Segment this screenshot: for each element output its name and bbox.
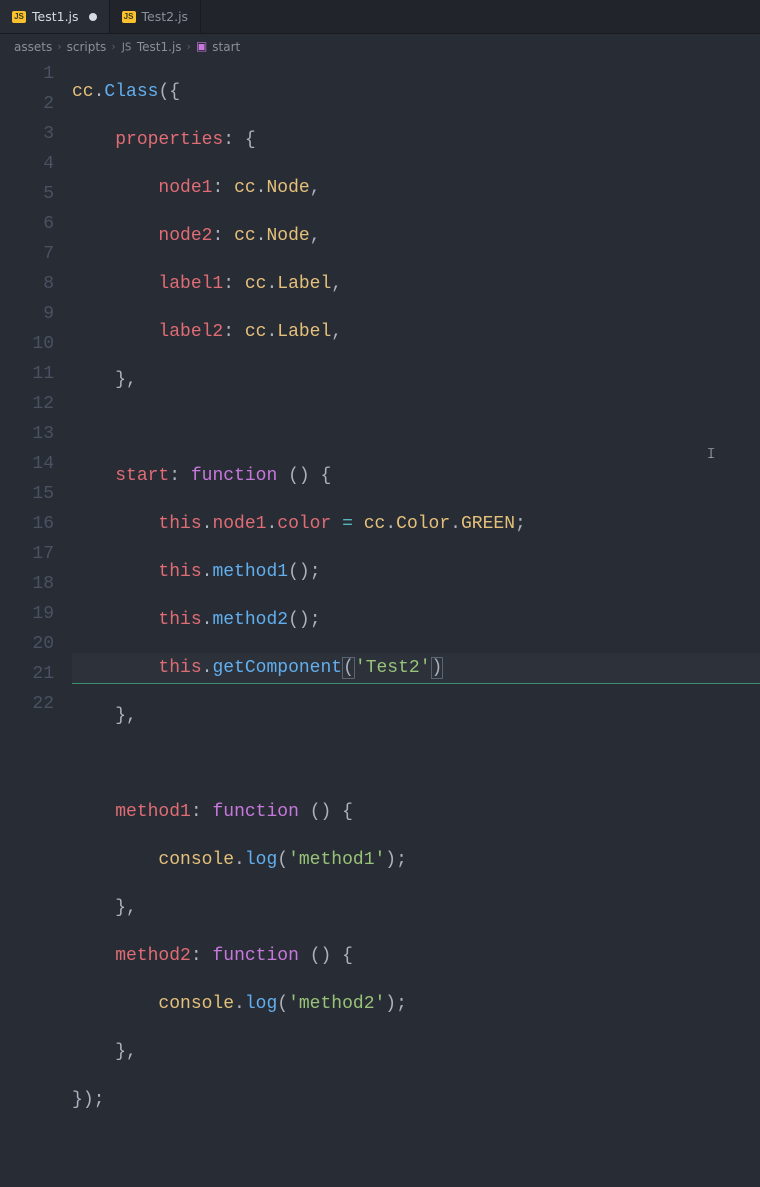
line-number: 7: [0, 239, 54, 269]
line-number: 15: [0, 479, 54, 509]
code-line[interactable]: console.log('method2');: [72, 989, 760, 1019]
code-line[interactable]: [72, 749, 760, 779]
code-line[interactable]: console.log('method1');: [72, 845, 760, 875]
line-number: 5: [0, 179, 54, 209]
code-line[interactable]: },: [72, 701, 760, 731]
line-number: 20: [0, 629, 54, 659]
line-number: 17: [0, 539, 54, 569]
code-line[interactable]: method2: function () {: [72, 941, 760, 971]
line-number-gutter: 1 2 3 4 5 6 7 8 9 10 11 12 13 14 15 16 1…: [0, 59, 72, 711]
line-number: 22: [0, 689, 54, 719]
line-number: 11: [0, 359, 54, 389]
line-number: 6: [0, 209, 54, 239]
code-line[interactable]: label2: cc.Label,: [72, 317, 760, 347]
code-line[interactable]: [72, 413, 760, 443]
breadcrumb-segment[interactable]: scripts: [67, 40, 107, 54]
line-number: 3: [0, 119, 54, 149]
code-line[interactable]: this.getComponent('Test2'): [72, 653, 760, 683]
code-line[interactable]: node1: cc.Node,: [72, 173, 760, 203]
js-icon: JS: [12, 11, 26, 23]
code-line[interactable]: },: [72, 893, 760, 923]
line-number: 19: [0, 599, 54, 629]
code-line[interactable]: },: [72, 365, 760, 395]
breadcrumb-segment[interactable]: Test1.js: [137, 40, 182, 54]
chevron-right-icon: ›: [187, 40, 191, 53]
line-number: 16: [0, 509, 54, 539]
line-number: 1: [0, 59, 54, 89]
dirty-indicator-icon: [89, 13, 97, 21]
symbol-method-icon: ▣: [196, 39, 207, 53]
line-number: 13: [0, 419, 54, 449]
tab-bar: JS Test1.js JS Test2.js: [0, 0, 760, 34]
line-number: 8: [0, 269, 54, 299]
breadcrumb-segment[interactable]: assets: [14, 40, 52, 54]
code-line[interactable]: this.node1.color = cc.Color.GREEN;: [72, 509, 760, 539]
code-line[interactable]: properties: {: [72, 125, 760, 155]
breadcrumb-segment[interactable]: start: [212, 40, 240, 54]
tab-label: Test1.js: [32, 9, 79, 24]
text-cursor-icon: 𝙸: [706, 447, 716, 463]
line-number: 4: [0, 149, 54, 179]
code-line[interactable]: },: [72, 1037, 760, 1067]
code-line[interactable]: node2: cc.Node,: [72, 221, 760, 251]
line-number: 12: [0, 389, 54, 419]
line-number: 2: [0, 89, 54, 119]
code-line[interactable]: start: function () {: [72, 461, 760, 491]
line-number: 14: [0, 449, 54, 479]
js-icon: JS: [122, 11, 136, 23]
js-icon: JS: [122, 41, 131, 53]
code-area[interactable]: cc.Class({ properties: { node1: cc.Node,…: [72, 59, 760, 711]
line-number: 21: [0, 659, 54, 689]
code-line[interactable]: method1: function () {: [72, 797, 760, 827]
tab-test2[interactable]: JS Test2.js: [110, 0, 202, 33]
code-line[interactable]: this.method1();: [72, 557, 760, 587]
tab-test1[interactable]: JS Test1.js: [0, 0, 110, 33]
chevron-right-icon: ›: [57, 40, 61, 53]
code-editor[interactable]: 1 2 3 4 5 6 7 8 9 10 11 12 13 14 15 16 1…: [0, 59, 760, 711]
breadcrumb: assets › scripts › JS Test1.js › ▣ start: [0, 34, 760, 59]
tab-label: Test2.js: [142, 9, 189, 24]
chevron-right-icon: ›: [111, 40, 115, 53]
code-line[interactable]: });: [72, 1085, 760, 1115]
code-line[interactable]: label1: cc.Label,: [72, 269, 760, 299]
code-line[interactable]: cc.Class({: [72, 77, 760, 107]
code-line[interactable]: this.method2();: [72, 605, 760, 635]
line-number: 18: [0, 569, 54, 599]
line-number: 10: [0, 329, 54, 359]
line-number: 9: [0, 299, 54, 329]
